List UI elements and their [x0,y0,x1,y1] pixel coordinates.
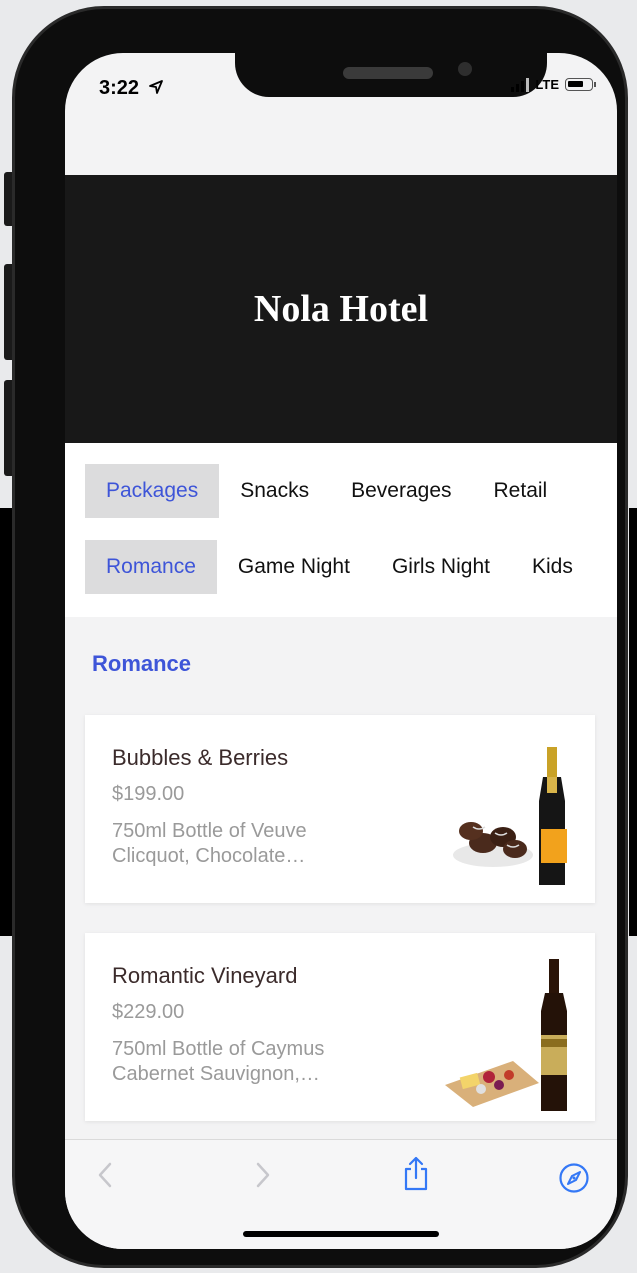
subtab-kids[interactable]: Kids [511,540,594,594]
share-icon[interactable] [402,1156,430,1192]
back-icon[interactable] [95,1160,115,1190]
hero-banner: Nola Hotel [65,175,617,443]
product-price: $229.00 [112,1001,185,1023]
status-indicators: LTE [511,77,596,92]
product-description: 750ml Bottle of Caymus Cabernet Sauvigno… [112,1038,325,1085]
status-time: 3:22 [99,77,164,100]
home-indicator [243,1231,439,1237]
product-name: Bubbles & Berries [112,745,289,770]
subcategory-tabs: Romance Game Night Girls Night Kids [85,540,617,594]
product-name: Romantic Vineyard [112,963,298,988]
tab-packages[interactable]: Packages [85,464,220,518]
wine-cheese-board-image [445,959,567,1111]
location-arrow-icon [148,80,163,94]
section-title: Romance [92,651,192,676]
battery-icon [565,78,596,91]
notch [235,53,547,97]
phone-frame: 3:22 LTE Nola Hotel Packages Snacks Beve… [12,6,628,1268]
subtab-game-night[interactable]: Game Night [217,540,371,594]
tab-retail[interactable]: Retail [473,464,569,518]
forward-icon[interactable] [253,1160,273,1190]
signal-icon [511,77,530,92]
product-card[interactable]: Bubbles & Berries $199.00 750ml Bottle o… [85,715,595,903]
network-label: LTE [535,77,559,92]
compass-icon[interactable] [558,1162,590,1194]
tab-snacks[interactable]: Snacks [219,464,330,518]
front-camera [458,62,472,76]
subtab-romance[interactable]: Romance [85,540,217,594]
status-time-text: 3:22 [99,77,140,99]
hotel-name: Nola Hotel [253,288,429,330]
tab-beverages[interactable]: Beverages [330,464,472,518]
phone-screen: 3:22 LTE Nola Hotel Packages Snacks Beve… [65,53,617,1249]
category-tabs: Packages Snacks Beverages Retail [85,464,617,518]
category-tabs-area: Packages Snacks Beverages Retail Romance… [65,443,617,617]
subtab-girls-night[interactable]: Girls Night [371,540,511,594]
product-description: 750ml Bottle of Veuve Clicquot, Chocolat… [112,820,307,867]
product-card[interactable]: Romantic Vineyard $229.00 750ml Bottle o… [85,933,595,1121]
speaker [343,67,433,79]
champagne-strawberries-image [453,747,567,885]
background-dark-panel-right [629,508,637,936]
product-price: $199.00 [112,783,185,805]
